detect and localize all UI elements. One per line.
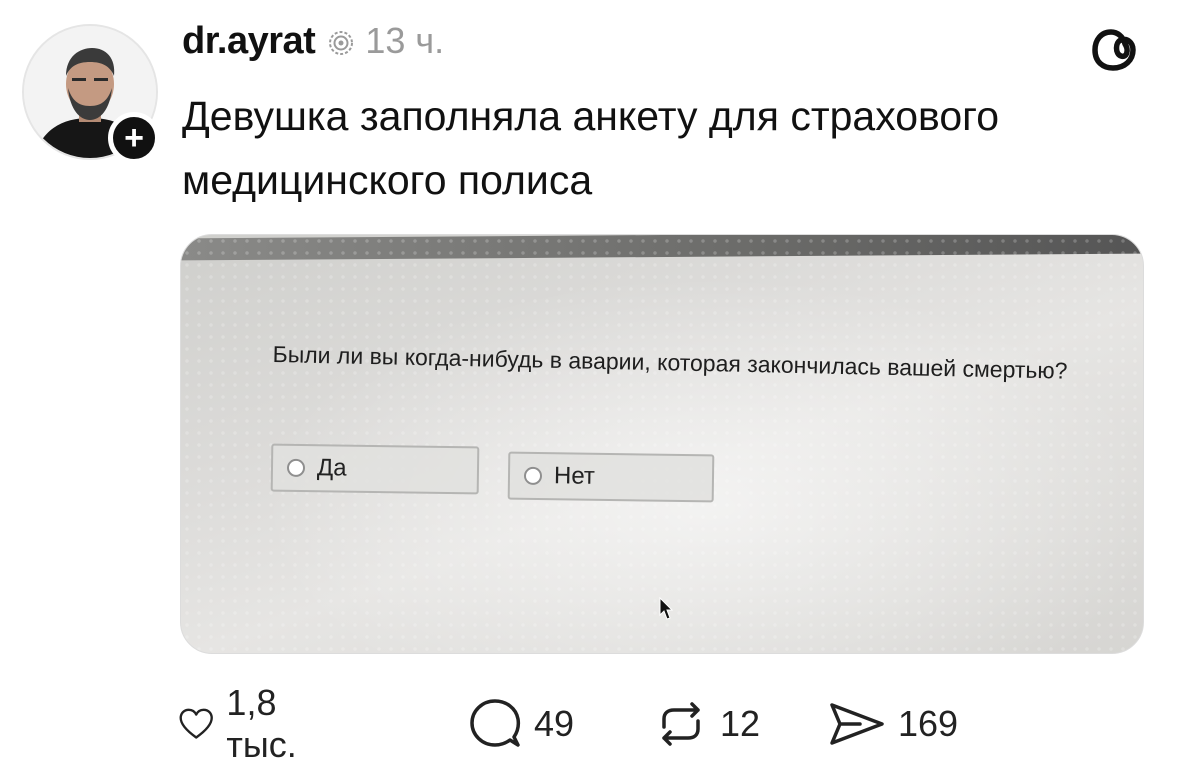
post-image[interactable]: Были ли вы когда-нибудь в аварии, котора… [180,234,1144,654]
repost-button[interactable]: 12 [654,694,760,754]
option-no-label: Нет [553,462,596,490]
avatar-container[interactable]: + [22,24,160,164]
like-count: 1,8 тыс. [226,682,297,765]
option-no: Нет [507,451,715,503]
option-yes-label: Да [316,454,347,482]
verified-icon [329,31,354,55]
repost-count: 12 [720,703,761,744]
send-icon [830,703,884,745]
like-button[interactable]: 1,8 тыс. [178,682,314,765]
post-time: 13 ч. [365,20,445,61]
username[interactable]: dr.ayrat [182,20,316,63]
follow-plus-button[interactable]: + [108,112,160,164]
post-header: dr.ayrat 13 ч. [182,20,444,63]
post-text: Девушка заполняла анкету для страхового … [182,93,1000,203]
threads-logo-icon[interactable] [1089,24,1141,76]
option-yes: Да [270,443,480,495]
comment-icon [470,699,521,747]
radio-icon [523,466,543,486]
share-button[interactable]: 169 [828,694,958,754]
heart-icon [179,708,213,739]
reply-count: 49 [534,703,575,744]
share-count: 169 [898,703,959,744]
radio-icon [286,458,306,478]
mouse-cursor-icon [659,597,673,620]
repost-icon [662,702,700,746]
reply-button[interactable]: 49 [468,694,574,754]
